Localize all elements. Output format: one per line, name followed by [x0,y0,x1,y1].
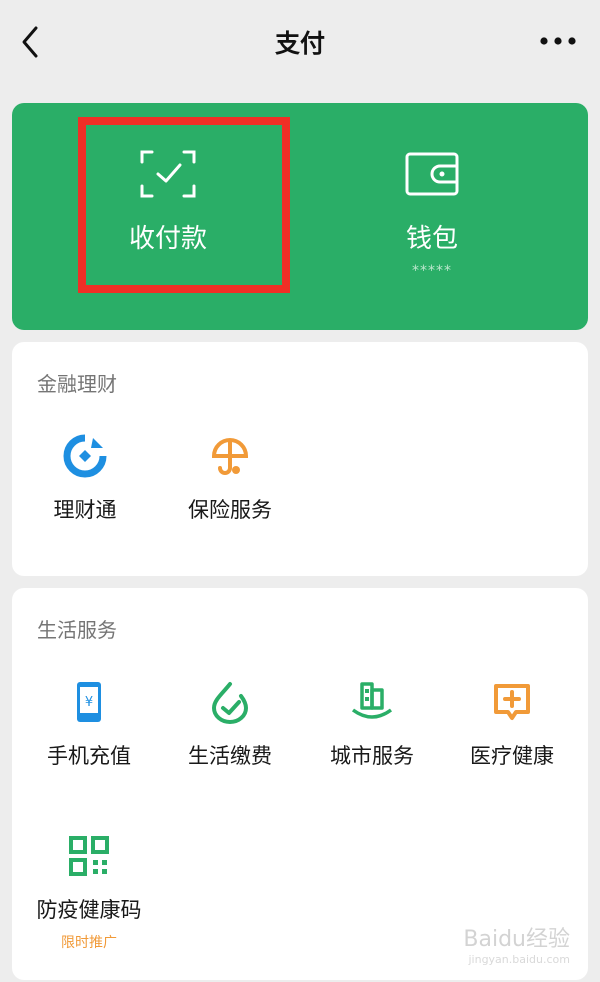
wallet-label: 钱包 [405,224,458,254]
licaitong-item[interactable]: 理财通 [15,434,155,524]
finance-card: 金融理财 理财通 保险服务 [12,342,588,576]
life-services-title: 生活服务 [37,618,117,642]
licaitong-label: 理财通 [53,498,117,522]
watermark-sub: jingyan.baidu.com [468,953,570,966]
qr-code-icon [69,836,109,876]
page-title: 支付 [274,29,325,58]
health-code-label: 防疫健康码 [36,898,142,922]
more-button[interactable] [536,26,580,56]
watermark: Baidu经验 jingyan.baidu.com [463,921,570,966]
watermark-text: Baidu经验 [463,927,570,952]
utility-bills-label: 生活缴费 [188,744,272,768]
wallet-icon [405,152,459,196]
more-dots-icon [540,37,576,45]
city-services-item[interactable]: 城市服务 [302,680,442,770]
city-services-label: 城市服务 [330,744,414,768]
wallet-button[interactable]: 钱包 ***** [332,150,532,300]
receive-pay-label: 收付款 [128,224,207,254]
receive-pay-button[interactable]: 收付款 [68,150,268,300]
wallet-balance-masked: ***** [412,263,452,279]
phone-yuan-icon: ¥ [77,682,101,722]
mobile-topup-label: 手机充值 [47,744,131,768]
insurance-label: 保险服务 [188,498,272,522]
promo-tag: 限时推广 [61,935,117,951]
insurance-umbrella-icon [211,438,249,475]
medical-health-label: 医疗健康 [470,744,554,768]
scan-check-icon [140,150,196,198]
finance-title: 金融理财 [37,372,117,396]
medical-plus-icon [494,684,530,720]
medical-health-item[interactable]: 医疗健康 [442,680,582,770]
city-buildings-icon [351,682,393,719]
licaitong-icon [63,434,107,478]
insurance-item[interactable]: 保险服务 [160,434,300,524]
bill-check-icon [211,682,249,724]
svg-text:¥: ¥ [85,695,93,710]
utility-bills-item[interactable]: 生活缴费 [160,680,300,770]
mobile-topup-item[interactable]: ¥ 手机充值 [19,680,159,770]
health-code-item[interactable]: 防疫健康码 限时推广 [19,834,159,952]
nav-bar: 支付 [0,0,600,84]
